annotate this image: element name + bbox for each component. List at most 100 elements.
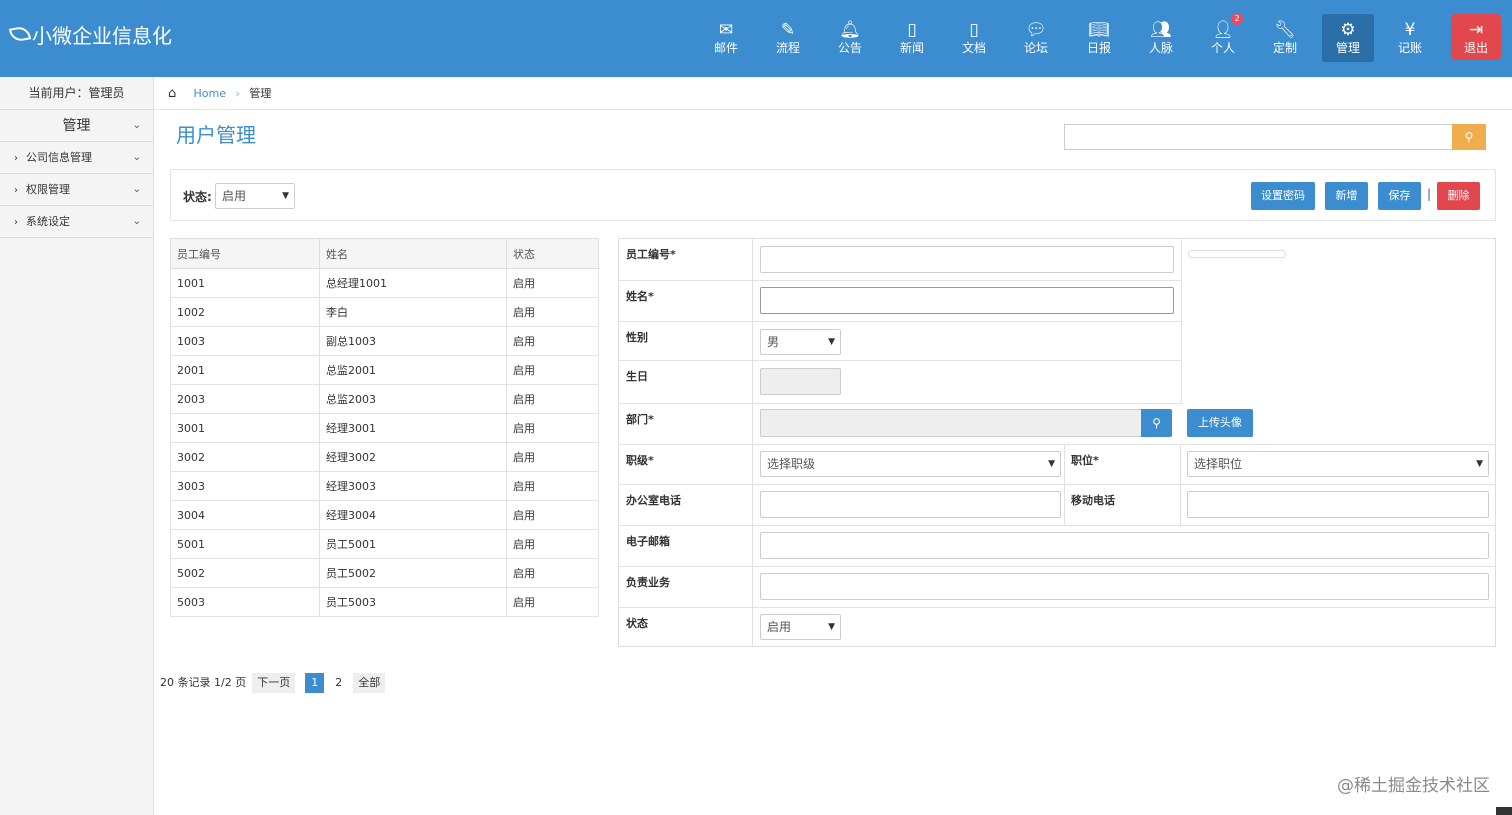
search-input[interactable] [1064, 124, 1452, 150]
cell-name: 经理3001 [319, 413, 507, 443]
nav-item-sign-out[interactable]: ⇥ 退出 [1451, 14, 1501, 60]
sidebar: 当前用户：管理员 管理 ⌄ › 公司信息管理 ⌄ › 权限管理 ⌄ › 系统设定 ⌄ [0, 77, 154, 815]
email-field[interactable] [760, 532, 1489, 559]
cell-emp-no: 1002 [170, 297, 320, 327]
nav-item-bell[interactable]: 🔔︎ 公告 [824, 14, 876, 62]
sidebar-item-label: 权限管理 [26, 183, 70, 196]
chevron-down-icon: ▼ [1048, 459, 1055, 469]
dept-search-button[interactable]: ⚲ [1141, 409, 1172, 437]
table-row[interactable]: 5002 员工5002 启用 [170, 558, 599, 588]
document-icon: ▯ [969, 20, 979, 40]
nav-item-file[interactable]: ▯ 新闻 [886, 14, 938, 62]
cogs-icon: ⚙ [1340, 20, 1356, 40]
name-label: 姓名* [619, 281, 753, 321]
sidebar-item-label: 公司信息管理 [26, 151, 92, 164]
form-row-rank: 职级* 选择职级 ▼ 职位* 选择职位 ▼ [619, 445, 1495, 485]
mobile-field[interactable] [1187, 491, 1489, 518]
cell-status: 启用 [506, 355, 599, 385]
add-button[interactable]: 新增 [1325, 182, 1368, 210]
menu-header-label: 管理 [62, 118, 91, 134]
table-row[interactable]: 1003 副总1003 启用 [170, 326, 599, 356]
avatar-area [1181, 239, 1495, 404]
nav-item-label: 定制 [1272, 41, 1297, 55]
notification-badge: 2 [1231, 13, 1243, 25]
position-select[interactable]: 选择职位 ▼ [1187, 451, 1489, 477]
form-row-phones: 办公室电话 移动电话 [619, 485, 1495, 526]
nav-item-user[interactable]: 👤︎ 个人 2 [1197, 13, 1249, 62]
cell-status: 启用 [506, 587, 599, 617]
cell-name: 员工5002 [319, 558, 507, 588]
form-row-name: 姓名* [619, 281, 1181, 322]
emp-no-field[interactable] [760, 246, 1174, 273]
table-row[interactable]: 5001 员工5001 启用 [170, 529, 599, 559]
dept-field[interactable] [760, 409, 1142, 437]
rank-placeholder: 选择职级 [767, 457, 816, 471]
cell-emp-no: 1001 [170, 268, 320, 298]
table-row[interactable]: 3003 经理3003 启用 [170, 471, 599, 501]
column-header-name[interactable]: 姓名 [319, 238, 507, 269]
app-logo[interactable]: 小微企业信息化 [8, 20, 172, 48]
sidebar-item-company-info[interactable]: › 公司信息管理 ⌄ [0, 142, 153, 174]
status-select[interactable]: 启用 ▼ [760, 614, 841, 640]
nav-item-pencil[interactable]: ✎ 流程 [762, 14, 814, 62]
cell-status: 启用 [506, 558, 599, 588]
nav-item-label: 记账 [1397, 41, 1422, 55]
email-label: 电子邮箱 [619, 526, 753, 566]
sidebar-item-permissions[interactable]: › 权限管理 ⌄ [0, 174, 153, 206]
business-field[interactable] [760, 573, 1489, 600]
cell-name: 总监2003 [319, 384, 507, 414]
breadcrumb-current: 管理 [249, 87, 272, 100]
nav-item-users[interactable]: 👥︎ 人脉 [1135, 14, 1187, 62]
chevron-down-icon: ⌄ [132, 152, 141, 163]
name-field[interactable] [760, 287, 1174, 314]
table-row[interactable]: 3004 经理3004 启用 [170, 500, 599, 530]
cell-emp-no: 3004 [170, 500, 320, 530]
office-phone-field[interactable] [760, 491, 1061, 518]
table-row[interactable]: 3002 经理3002 启用 [170, 442, 599, 472]
sidebar-item-system-settings[interactable]: › 系统设定 ⌄ [0, 206, 153, 238]
gender-select[interactable]: 男 ▼ [760, 329, 841, 355]
breadcrumb-home[interactable]: Home [194, 87, 226, 100]
search-button[interactable]: ⚲ [1452, 124, 1486, 150]
set-password-button[interactable]: 设置密码 [1251, 182, 1315, 210]
cell-emp-no: 5003 [170, 587, 320, 617]
emp-no-label: 员工编号* [619, 239, 753, 280]
page-2-button[interactable]: 2 [330, 673, 347, 693]
status-filter-select[interactable]: 启用 ▼ [215, 183, 295, 209]
form-row-business: 负责业务 [619, 567, 1495, 608]
nav-item-book[interactable]: 📖︎ 日报 [1073, 14, 1125, 62]
position-placeholder: 选择职位 [1194, 457, 1243, 471]
cell-name: 总经理1001 [319, 268, 507, 298]
nav-item-cogs[interactable]: ⚙ 管理 [1322, 14, 1374, 62]
table-row[interactable]: 2001 总监2001 启用 [170, 355, 599, 385]
table-row[interactable]: 2003 总监2003 启用 [170, 384, 599, 414]
nav-item-yen[interactable]: ¥ 记账 [1384, 14, 1436, 62]
table-row[interactable]: 5003 员工5003 启用 [170, 587, 599, 617]
chevron-down-icon: ▼ [828, 337, 835, 347]
status-value: 启用 [767, 620, 792, 634]
next-page-button[interactable]: 下一页 [252, 673, 296, 693]
table-row[interactable]: 1002 李白 启用 [170, 297, 599, 327]
delete-button[interactable]: 删除 [1437, 182, 1480, 210]
table-row[interactable]: 3001 经理3001 启用 [170, 413, 599, 443]
page-1-button[interactable]: 1 [305, 673, 325, 693]
all-pages-button[interactable]: 全部 [353, 673, 386, 693]
rank-select[interactable]: 选择职级 ▼ [760, 451, 1061, 477]
nav-item-wrench[interactable]: 🔧︎ 定制 [1259, 14, 1311, 62]
cell-name: 员工5003 [319, 587, 507, 617]
chevron-down-icon: ▼ [1476, 459, 1483, 469]
home-icon[interactable]: ⌂ [168, 77, 182, 110]
upload-avatar-button[interactable]: 上传头像 [1187, 409, 1253, 437]
column-header-emp-no[interactable]: 员工编号 [170, 238, 320, 269]
menu-header-manage[interactable]: 管理 ⌄ [0, 110, 153, 142]
corner-widget[interactable] [1496, 807, 1512, 815]
nav-item-mail[interactable]: ✉ 邮件 [700, 14, 752, 62]
save-button[interactable]: 保存 [1378, 182, 1421, 210]
nav-item-comments[interactable]: 💬︎ 论坛 [1010, 14, 1062, 62]
nav-item-document[interactable]: ▯ 文档 [948, 14, 1000, 62]
cell-emp-no: 5002 [170, 558, 320, 588]
table-row[interactable]: 1001 总经理1001 启用 [170, 268, 599, 298]
birthday-field[interactable] [760, 368, 841, 395]
column-header-status[interactable]: 状态 [506, 238, 599, 269]
cell-status: 启用 [506, 268, 599, 298]
